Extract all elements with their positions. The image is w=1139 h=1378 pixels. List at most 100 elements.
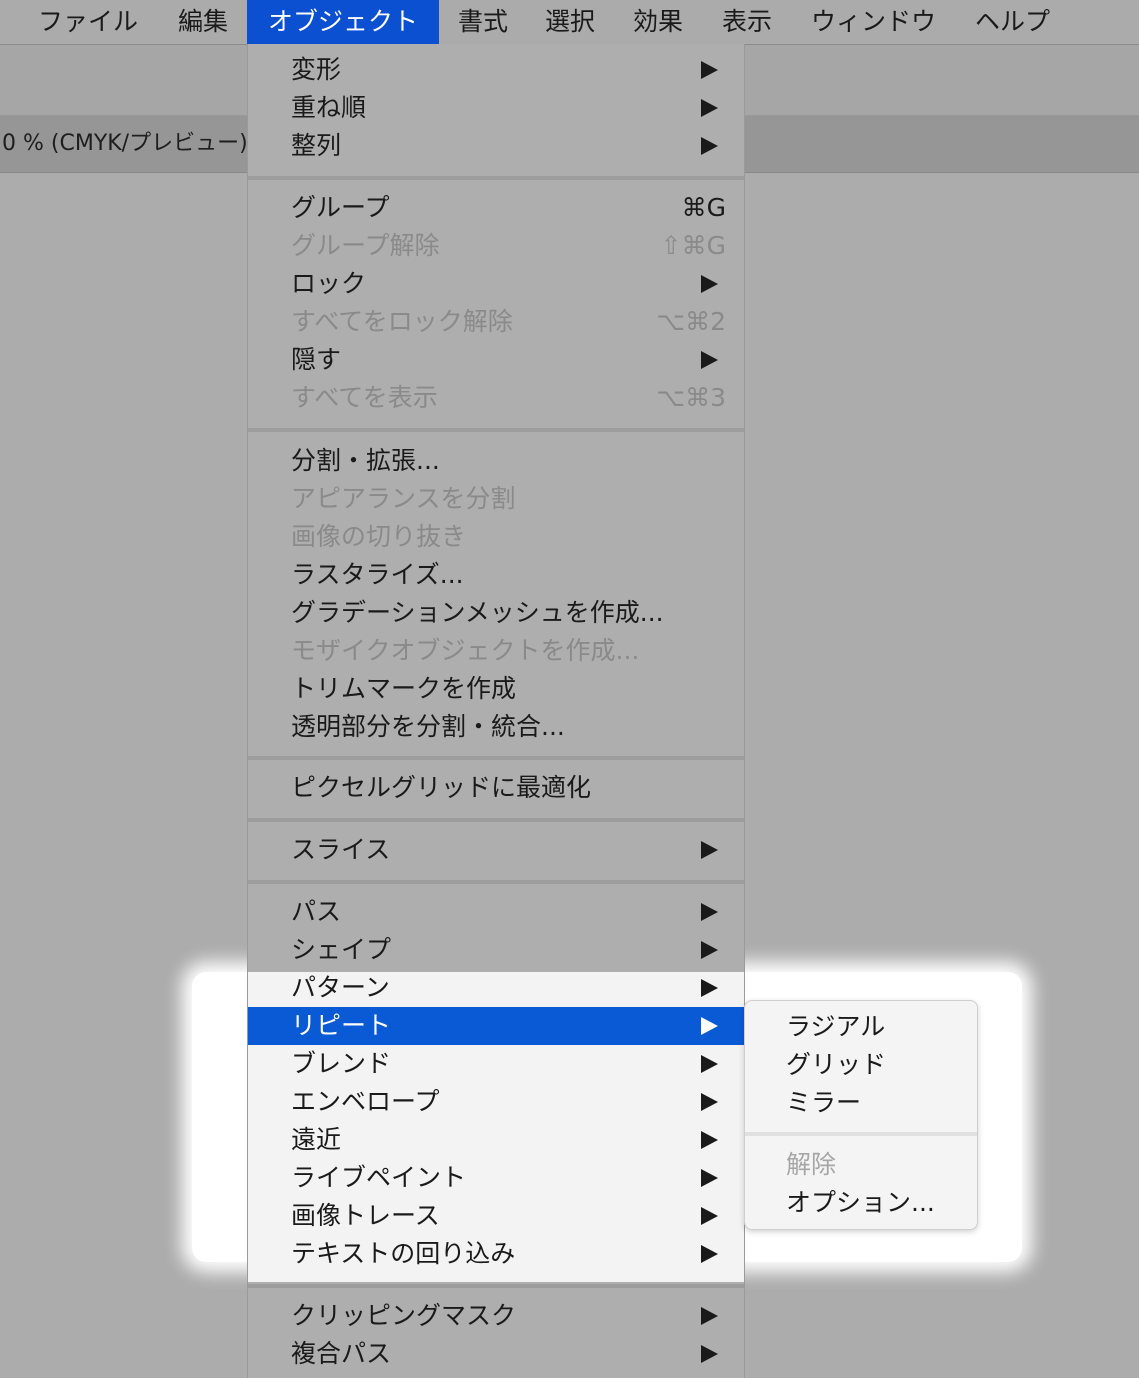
menu-file[interactable]: ファイル [38, 0, 138, 44]
menu-item-text-wrap[interactable]: テキストの回り込み [248, 1235, 744, 1273]
menu-item-label: グループ [291, 193, 390, 222]
submenu-item-label: ミラー [786, 1088, 862, 1117]
menu-item-label: パターン [291, 973, 390, 1002]
submenu-item-label: オプション... [786, 1188, 935, 1217]
menu-item-repeat[interactable]: リピート [248, 1007, 744, 1045]
submenu-arrow-icon [701, 99, 718, 117]
menu-item-align[interactable]: 整列 [248, 127, 744, 165]
menu-item-rasterize[interactable]: ラスタライズ... [248, 556, 744, 594]
menu-item-label: モザイクオブジェクトを作成... [291, 636, 640, 665]
menu-help[interactable]: ヘルプ [975, 0, 1050, 44]
menu-item-label: 変形 [291, 55, 342, 84]
menu-item-label: 分割・拡張... [291, 446, 440, 475]
menu-effect[interactable]: 効果 [633, 0, 683, 44]
submenu-item-label: ラジアル [786, 1012, 886, 1041]
submenu-arrow-icon [701, 1345, 718, 1363]
submenu-item-grid[interactable]: グリッド [745, 1046, 977, 1084]
menu-item-crop-image[interactable]: 画像の切り抜き [248, 518, 744, 556]
submenu-arrow-icon [701, 979, 718, 997]
menu-item-clipping-mask[interactable]: クリッピングマスク [248, 1297, 744, 1335]
menu-item-compound-path[interactable]: 複合パス [248, 1335, 744, 1373]
submenu-arrow-icon [701, 1017, 718, 1035]
menu-bar: ファイル 編集 オブジェクト 書式 選択 効果 表示 ウィンドウ ヘルプ [0, 0, 1139, 45]
menu-item-path[interactable]: パス [248, 893, 744, 931]
submenu-arrow-icon [701, 1245, 718, 1263]
submenu-item-release[interactable]: 解除 [745, 1146, 977, 1184]
menu-item-perspective[interactable]: 遠近 [248, 1121, 744, 1159]
menu-item-image-trace[interactable]: 画像トレース [248, 1197, 744, 1235]
submenu-arrow-icon [701, 137, 718, 155]
menu-item-show-all[interactable]: すべてを表示 ⌥⌘3 [248, 379, 744, 417]
menu-item-pattern[interactable]: パターン [248, 969, 744, 1007]
menu-item-expand-appearance[interactable]: アピアランスを分割 [248, 480, 744, 518]
menu-item-label: 整列 [291, 131, 342, 160]
submenu-arrow-icon [701, 275, 718, 293]
menu-item-label: トリムマークを作成 [291, 674, 517, 703]
menu-item-transform[interactable]: 変形 [248, 51, 744, 89]
submenu-item-mirror[interactable]: ミラー [745, 1084, 977, 1122]
menu-separator [248, 1284, 744, 1288]
menu-item-group[interactable]: グループ ⌘G [248, 189, 744, 227]
object-menu: 変形 重ね順 整列 グループ ⌘G グループ解除 ⇧⌘G ロック すべてをロック… [247, 44, 745, 1378]
menu-item-arrange[interactable]: 重ね順 [248, 89, 744, 127]
menu-edit[interactable]: 編集 [178, 0, 228, 44]
menu-item-hide[interactable]: 隠す [248, 341, 744, 379]
menu-item-expand[interactable]: 分割・拡張... [248, 442, 744, 480]
menu-item-label: テキストの回り込み [291, 1239, 516, 1268]
menu-item-shortcut: ⌘G [681, 193, 726, 222]
menu-item-label: すべてをロック解除 [291, 307, 513, 336]
submenu-arrow-icon [701, 1169, 718, 1187]
menu-item-slice[interactable]: スライス [248, 831, 744, 869]
menu-item-label: ロック [291, 269, 367, 298]
submenu-arrow-icon [701, 1131, 718, 1149]
menu-item-label: ピクセルグリッドに最適化 [291, 773, 592, 802]
menu-item-unlock-all[interactable]: すべてをロック解除 ⌥⌘2 [248, 303, 744, 341]
menu-item-create-gradient-mesh[interactable]: グラデーションメッシュを作成... [248, 594, 744, 632]
menu-separator [248, 880, 744, 884]
menu-item-ungroup[interactable]: グループ解除 ⇧⌘G [248, 227, 744, 265]
submenu-item-label: 解除 [786, 1150, 837, 1179]
menu-type[interactable]: 書式 [458, 0, 508, 44]
menu-item-label: シェイプ [291, 935, 392, 964]
menu-item-label: ラスタライズ... [291, 560, 464, 589]
submenu-arrow-icon [701, 1307, 718, 1325]
submenu-arrow-icon [701, 1093, 718, 1111]
menu-item-label: エンベロープ [291, 1087, 440, 1116]
menu-item-label: リピート [291, 1011, 392, 1040]
menu-item-label: 隠す [291, 345, 342, 374]
menu-item-label: 透明部分を分割・統合... [291, 712, 565, 741]
menu-separator [248, 756, 744, 760]
menu-item-create-trim-marks[interactable]: トリムマークを作成 [248, 670, 744, 708]
menu-item-label: グラデーションメッシュを作成... [291, 598, 664, 627]
menu-object[interactable]: オブジェクト [247, 0, 439, 44]
menu-item-envelope-distort[interactable]: エンベロープ [248, 1083, 744, 1121]
menu-item-label: 重ね順 [291, 93, 367, 122]
submenu-arrow-icon [701, 61, 718, 79]
submenu-item-options[interactable]: オプション... [745, 1184, 977, 1222]
submenu-arrow-icon [701, 351, 718, 369]
document-tab-label: 0 % (CMYK/プレビュー) [2, 131, 248, 156]
menu-separator [248, 176, 744, 180]
menu-select[interactable]: 選択 [545, 0, 595, 44]
menu-item-label: 複合パス [291, 1339, 392, 1368]
menu-item-label: グループ解除 [291, 231, 440, 260]
menu-item-label: すべてを表示 [291, 383, 438, 412]
menu-item-shape[interactable]: シェイプ [248, 931, 744, 969]
menu-item-shortcut: ⇧⌘G [660, 231, 726, 260]
menu-separator [248, 818, 744, 822]
submenu-item-radial[interactable]: ラジアル [745, 1008, 977, 1046]
submenu-item-label: グリッド [786, 1050, 887, 1079]
menu-item-create-object-mosaic[interactable]: モザイクオブジェクトを作成... [248, 632, 744, 670]
menu-item-lock[interactable]: ロック [248, 265, 744, 303]
menu-item-shortcut: ⌥⌘3 [656, 383, 726, 412]
repeat-submenu: ラジアル グリッド ミラー 解除 オプション... [744, 1000, 978, 1230]
menu-item-blend[interactable]: ブレンド [248, 1045, 744, 1083]
menu-item-label: 画像の切り抜き [291, 522, 467, 551]
menu-window[interactable]: ウィンドウ [811, 0, 936, 44]
submenu-arrow-icon [701, 1207, 718, 1225]
menu-item-flatten-transparency[interactable]: 透明部分を分割・統合... [248, 708, 744, 746]
menu-item-label: スライス [291, 835, 391, 864]
menu-item-make-pixel-perfect[interactable]: ピクセルグリッドに最適化 [248, 769, 744, 807]
menu-view[interactable]: 表示 [722, 0, 772, 44]
menu-item-live-paint[interactable]: ライブペイント [248, 1159, 744, 1197]
